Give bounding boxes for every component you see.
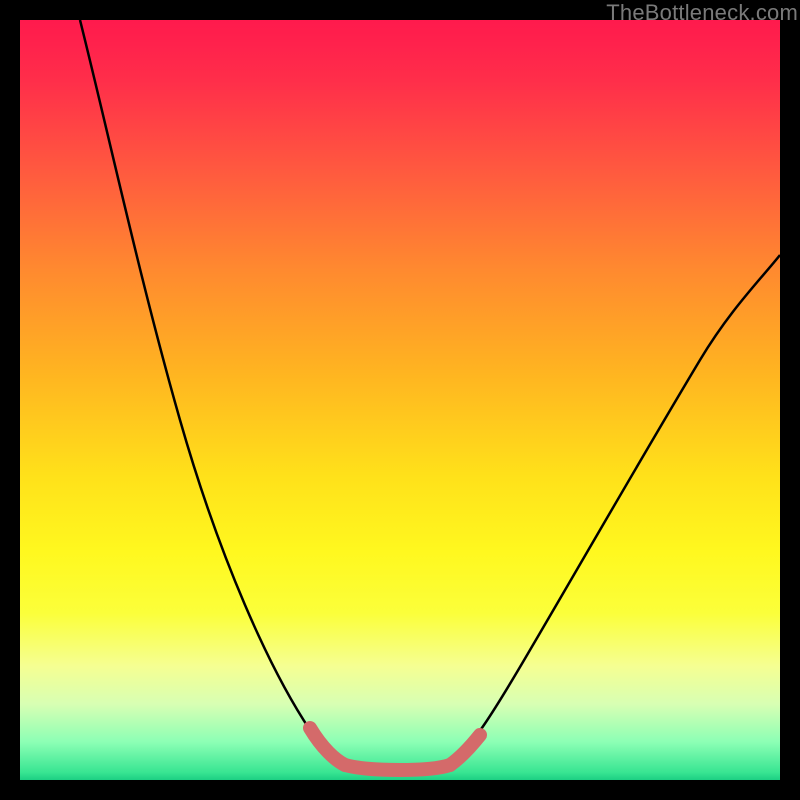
highlight-left-path: [310, 728, 345, 765]
highlight-right-path: [450, 735, 480, 765]
highlight-floor-path: [345, 765, 450, 770]
curves-svg: [20, 20, 780, 780]
left-curve-path: [80, 20, 345, 765]
right-curve-path: [450, 255, 780, 765]
chart-frame: [20, 20, 780, 780]
